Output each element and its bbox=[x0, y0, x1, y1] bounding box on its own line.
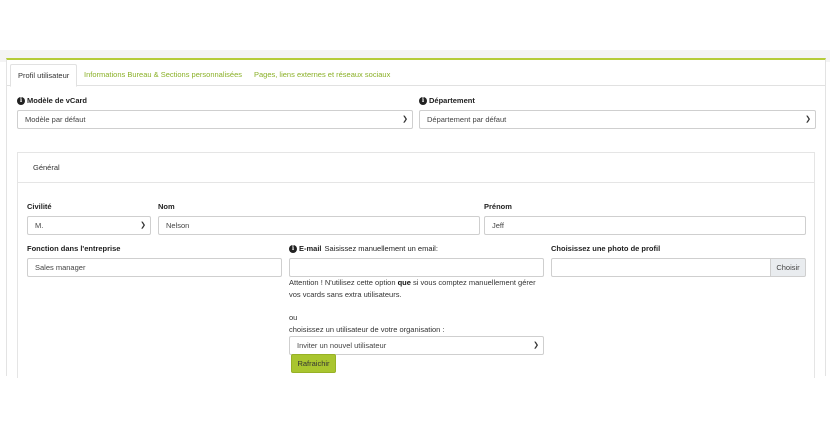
vcard-model-value: Modèle par défaut bbox=[25, 115, 86, 124]
photo-file-input[interactable] bbox=[551, 258, 771, 277]
department-select[interactable]: Département par défaut ❯ bbox=[419, 110, 816, 129]
tab-office-info[interactable]: Informations Bureau & Sections personnal… bbox=[77, 64, 249, 87]
info-circle-icon: i bbox=[17, 96, 25, 105]
department-value: Département par défaut bbox=[427, 115, 507, 124]
tab-bar: Profil utilisateur Informations Bureau &… bbox=[7, 64, 825, 87]
tab-pages-links[interactable]: Pages, liens externes et réseaux sociaux bbox=[247, 64, 397, 87]
chevron-down-icon: ❯ bbox=[805, 116, 811, 123]
civility-label: Civilité bbox=[27, 202, 52, 211]
first-name-input[interactable]: Jeff bbox=[484, 216, 806, 235]
profile-panel: Profil utilisateur Informations Bureau &… bbox=[6, 58, 826, 378]
general-card: Général Civilité M. ❯ Nom Nelson Prénom … bbox=[17, 152, 815, 378]
civility-select[interactable]: M. ❯ bbox=[27, 216, 151, 235]
chevron-down-icon: ❯ bbox=[402, 116, 408, 123]
department-label: i Département bbox=[419, 96, 475, 105]
general-card-header: Général bbox=[18, 153, 814, 183]
email-hint: Saisissez manuellement un email: bbox=[324, 244, 438, 253]
info-circle-icon: i bbox=[289, 244, 297, 253]
vcard-model-label: i Modèle de vCard bbox=[17, 96, 87, 105]
email-warning-pre: Attention ! N'utilisez cette option bbox=[289, 278, 398, 287]
vcard-model-select[interactable]: Modèle par défaut ❯ bbox=[17, 110, 413, 129]
tab-user-profile[interactable]: Profil utilisateur bbox=[10, 64, 78, 87]
photo-label: Choisissez une photo de profil bbox=[551, 244, 661, 253]
email-input[interactable] bbox=[289, 258, 544, 277]
department-label-text: Département bbox=[429, 96, 475, 105]
last-name-input[interactable]: Nelson bbox=[158, 216, 480, 235]
page-top-area bbox=[0, 0, 830, 50]
last-name-label: Nom bbox=[158, 202, 175, 211]
chevron-down-icon: ❯ bbox=[140, 222, 146, 229]
email-warning-line2: vos vcards sans extra utilisateurs. bbox=[289, 290, 402, 299]
email-warning-bold: que bbox=[397, 278, 411, 287]
first-name-label: Prénom bbox=[484, 202, 512, 211]
or-text: ou bbox=[289, 313, 298, 322]
general-card-title: Général bbox=[33, 163, 60, 172]
email-warning-post: si vous comptez manuellement gérer bbox=[410, 278, 536, 287]
choose-photo-button[interactable]: Choisir bbox=[770, 258, 806, 277]
vcard-model-label-text: Modèle de vCard bbox=[27, 96, 88, 105]
job-label: Fonction dans l'entreprise bbox=[27, 244, 121, 253]
refresh-button[interactable]: Rafraichir bbox=[291, 354, 336, 373]
organization-user-value: Inviter un nouvel utilisateur bbox=[297, 341, 387, 350]
email-warning: Attention ! N'utilisez cette option que … bbox=[289, 277, 549, 301]
chevron-down-icon: ❯ bbox=[533, 342, 539, 349]
email-label: i E-mail Saisissez manuellement un email… bbox=[289, 244, 438, 253]
choose-user-text: choisissez un utilisateur de votre organ… bbox=[289, 325, 445, 334]
email-label-text: E-mail bbox=[299, 244, 322, 253]
job-input[interactable]: Sales manager bbox=[27, 258, 282, 277]
organization-user-select[interactable]: Inviter un nouvel utilisateur ❯ bbox=[289, 336, 544, 355]
info-circle-icon: i bbox=[419, 96, 427, 105]
civility-value: M. bbox=[35, 221, 44, 230]
